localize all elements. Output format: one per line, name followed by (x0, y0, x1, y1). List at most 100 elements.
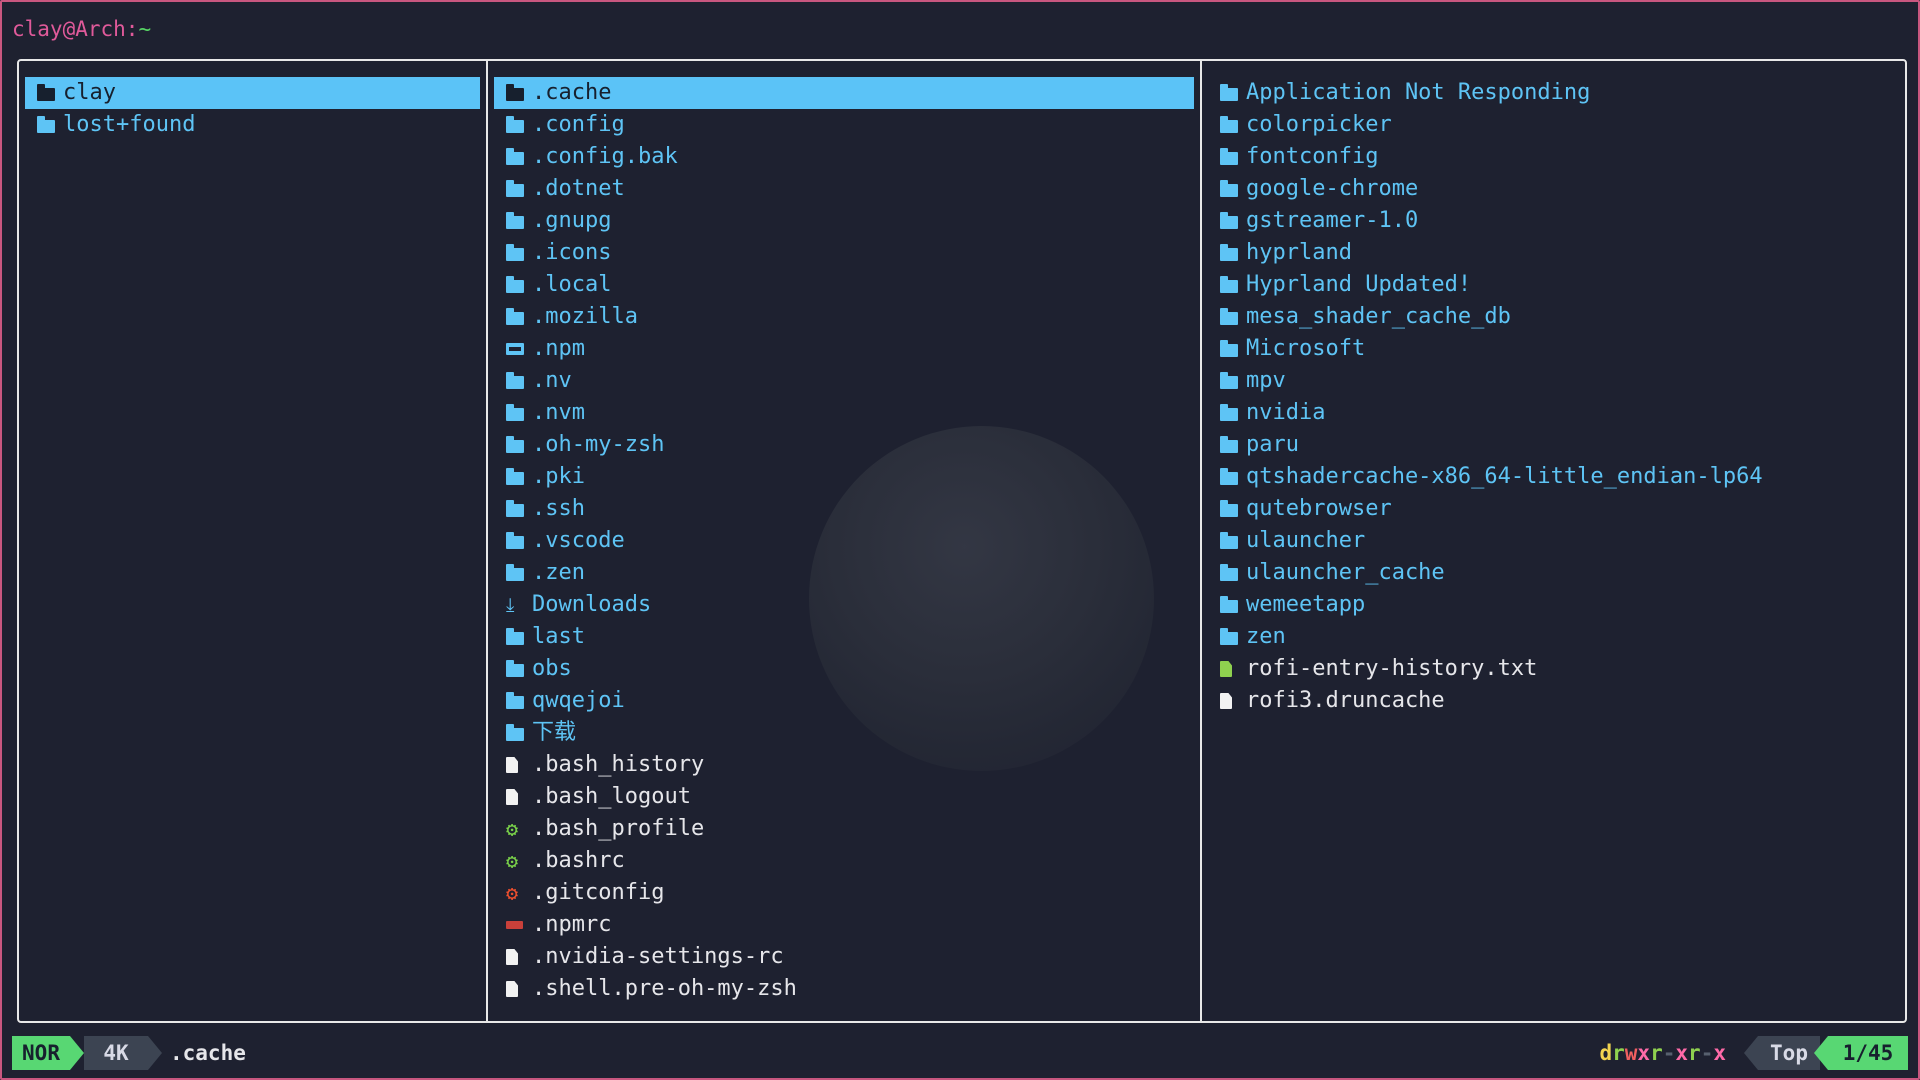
preview-pane-item[interactable]: wemeetapp (1208, 589, 1899, 621)
current-pane-item[interactable]: .npmrc (494, 909, 1194, 941)
preview-pane-item[interactable]: colorpicker (1208, 109, 1899, 141)
folder-icon (1220, 500, 1246, 517)
current-pane-item[interactable]: .dotnet (494, 173, 1194, 205)
folder-icon (1220, 340, 1246, 357)
folder-icon (506, 692, 532, 709)
current-pane-item[interactable]: ⚙ .bashrc (494, 845, 1194, 877)
folder-icon (37, 116, 63, 133)
selected-name: .cache (170, 1041, 246, 1065)
current-pane-item[interactable]: .npm (494, 333, 1194, 365)
item-label: Hyprland Updated! (1246, 272, 1472, 297)
preview-pane-item[interactable]: nvidia (1208, 397, 1899, 429)
item-label: .bash_profile (532, 816, 705, 841)
file-icon (506, 949, 532, 965)
current-pane-item[interactable]: .oh-my-zsh (494, 429, 1194, 461)
parent-pane-item[interactable]: lost+found (25, 109, 480, 141)
folder-icon (506, 84, 532, 101)
preview-pane-item[interactable]: rofi3.druncache (1208, 685, 1899, 717)
preview-pane-item[interactable]: gstreamer-1.0 (1208, 205, 1899, 237)
preview-pane-item[interactable]: fontconfig (1208, 141, 1899, 173)
current-pane-item[interactable]: .pki (494, 461, 1194, 493)
npm-file-icon (506, 921, 532, 929)
current-pane-item[interactable]: .shell.pre-oh-my-zsh (494, 973, 1194, 1005)
item-label: ulauncher (1246, 528, 1366, 553)
current-pane-item[interactable]: obs (494, 653, 1194, 685)
folder-icon (506, 468, 532, 485)
current-pane-item[interactable]: ⤓ Downloads (494, 589, 1194, 621)
item-label: lost+found (63, 112, 196, 137)
file-icon (506, 981, 532, 997)
folder-icon (506, 660, 532, 677)
preview-pane-item[interactable]: ulauncher_cache (1208, 557, 1899, 589)
folder-icon (1220, 212, 1246, 229)
perm-w1: w (1624, 1041, 1638, 1065)
current-pane-item[interactable]: qwqejoi (494, 685, 1194, 717)
preview-pane-item[interactable]: mesa_shader_cache_db (1208, 301, 1899, 333)
folder-icon (1220, 180, 1246, 197)
item-label: hyprland (1246, 240, 1352, 265)
preview-pane-item[interactable]: qtshadercache-x86_64-little_endian-lp64 (1208, 461, 1899, 493)
item-count: 1/45 (1828, 1036, 1908, 1070)
current-pane-item[interactable]: .gnupg (494, 205, 1194, 237)
current-pane-item[interactable]: .zen (494, 557, 1194, 589)
current-pane-item[interactable]: .bash_history (494, 749, 1194, 781)
item-label: .zen (532, 560, 585, 585)
current-pane-item[interactable]: .nv (494, 365, 1194, 397)
perm-d: d (1599, 1041, 1613, 1065)
current-pane-item[interactable]: .mozilla (494, 301, 1194, 333)
npm-folder-icon (506, 343, 532, 355)
preview-pane-item[interactable]: zen (1208, 621, 1899, 653)
folder-icon (506, 212, 532, 229)
current-pane-item[interactable]: .ssh (494, 493, 1194, 525)
current-pane-item[interactable]: .nvm (494, 397, 1194, 429)
folder-icon (1220, 116, 1246, 133)
current-pane-item[interactable]: .vscode (494, 525, 1194, 557)
item-label: .bash_logout (532, 784, 691, 809)
folder-icon (506, 180, 532, 197)
preview-pane-item[interactable]: Microsoft (1208, 333, 1899, 365)
preview-pane-item[interactable]: google-chrome (1208, 173, 1899, 205)
text-file-icon (1220, 661, 1246, 677)
preview-pane-item[interactable]: paru (1208, 429, 1899, 461)
current-pane-item[interactable]: .config (494, 109, 1194, 141)
file-icon (506, 789, 532, 805)
folder-icon (506, 276, 532, 293)
item-label: .vscode (532, 528, 625, 553)
current-pane-item[interactable]: .local (494, 269, 1194, 301)
item-label: .local (532, 272, 612, 297)
item-label: .npm (532, 336, 585, 361)
settings-file-icon: ⚙ (506, 817, 519, 841)
current-pane-item[interactable]: .cache (494, 77, 1194, 109)
preview-pane-item[interactable]: Hyprland Updated! (1208, 269, 1899, 301)
current-pane-item[interactable]: ⚙ .bash_profile (494, 813, 1194, 845)
item-label: .bash_history (532, 752, 705, 777)
folder-icon (506, 308, 532, 325)
item-label: .bashrc (532, 848, 625, 873)
perm-r2: r (1650, 1041, 1663, 1065)
preview-pane-item[interactable]: ulauncher (1208, 525, 1899, 557)
item-label: .mozilla (532, 304, 638, 329)
current-pane-item[interactable]: .bash_logout (494, 781, 1194, 813)
current-pane-item[interactable]: .icons (494, 237, 1194, 269)
preview-pane-item[interactable]: qutebrowser (1208, 493, 1899, 525)
preview-pane-item[interactable]: rofi-entry-history.txt (1208, 653, 1899, 685)
folder-icon (1220, 628, 1246, 645)
preview-pane-item[interactable]: mpv (1208, 365, 1899, 397)
item-label: .dotnet (532, 176, 625, 201)
item-label: .config.bak (532, 144, 678, 169)
current-pane-item[interactable]: .nvidia-settings-rc (494, 941, 1194, 973)
parent-pane-item[interactable]: clay (25, 77, 480, 109)
current-pane-item[interactable]: .config.bak (494, 141, 1194, 173)
preview-pane-item[interactable]: Application Not Responding (1208, 77, 1899, 109)
file-icon (1220, 693, 1246, 709)
current-pane-item[interactable]: 下载 (494, 717, 1194, 749)
item-label: .gitconfig (532, 880, 665, 905)
current-pane-item[interactable]: last (494, 621, 1194, 653)
perm-x1: x (1637, 1041, 1651, 1065)
item-label: paru (1246, 432, 1299, 457)
item-label: .pki (532, 464, 585, 489)
current-pane-item[interactable]: ⚙ .gitconfig (494, 877, 1194, 909)
git-config-icon: ⚙ (506, 881, 519, 905)
preview-pane-item[interactable]: hyprland (1208, 237, 1899, 269)
item-label: zen (1246, 624, 1286, 649)
